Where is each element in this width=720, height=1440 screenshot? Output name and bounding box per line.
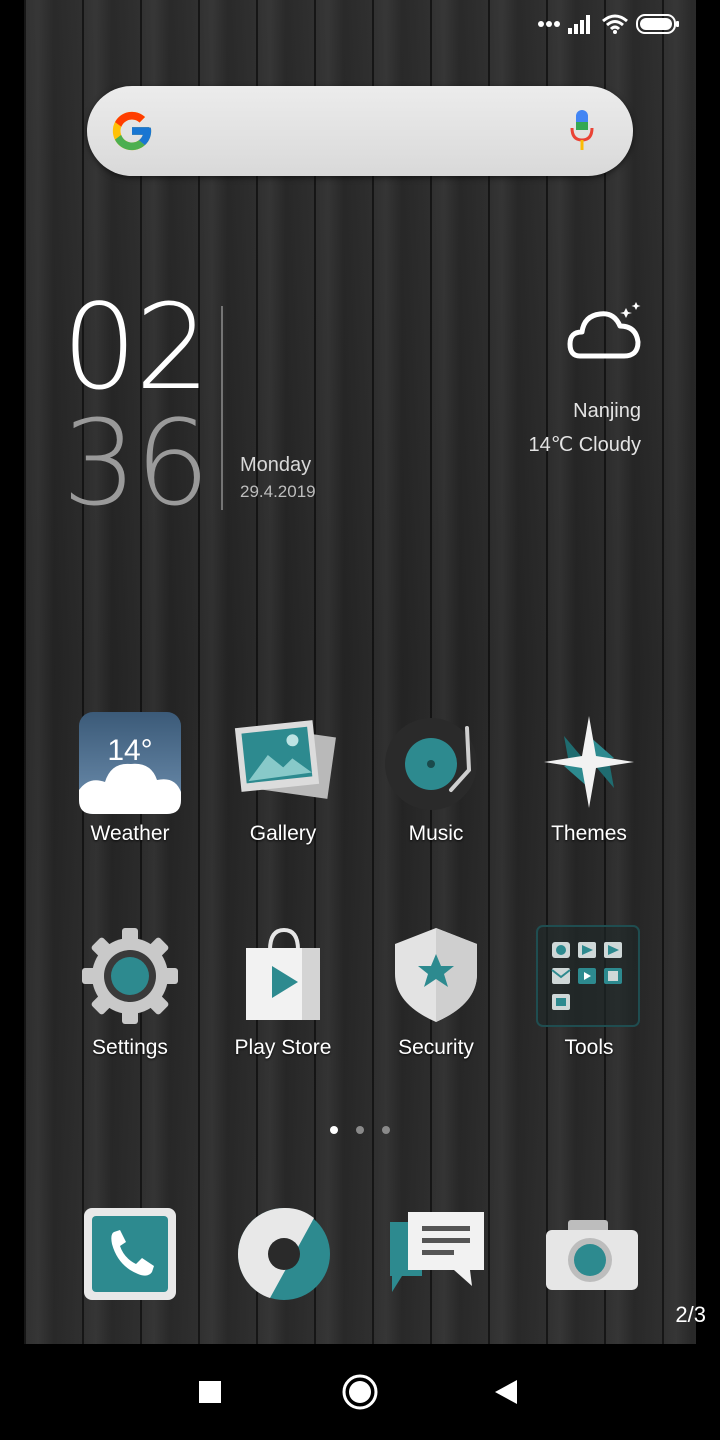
camera-icon[interactable] (542, 1208, 642, 1308)
clock-divider (221, 306, 223, 510)
app-themes[interactable]: Themes (514, 710, 664, 846)
page-indicator: 2/3 (675, 1302, 706, 1327)
app-label: Settings (92, 1036, 168, 1059)
back-button[interactable] (484, 1370, 528, 1414)
circle-icon (342, 1374, 378, 1410)
clock-minutes[interactable]: 36 (62, 404, 210, 522)
app-label: Themes (551, 822, 627, 845)
battery-icon (636, 14, 679, 34)
page-dot[interactable] (382, 1126, 390, 1134)
cloudy-night-icon[interactable] (566, 300, 646, 366)
app-settings[interactable]: Settings (55, 924, 205, 1060)
security-shield-icon (381, 924, 491, 1034)
google-search-bar[interactable] (87, 86, 633, 176)
browser-icon[interactable] (234, 1204, 334, 1304)
status-bar (538, 10, 680, 38)
music-icon (381, 710, 491, 820)
right-edge (696, 0, 720, 1344)
app-label: Gallery (249, 822, 317, 845)
weather-app-icon: 14° (75, 710, 185, 820)
google-logo-icon (112, 111, 152, 151)
weather-city[interactable]: Nanjing (573, 400, 641, 423)
folder-tools[interactable]: Tools (514, 924, 664, 1060)
microphone-icon[interactable] (569, 110, 595, 154)
square-icon (199, 1381, 221, 1403)
messages-icon[interactable] (388, 1206, 488, 1306)
signal-icon (568, 15, 590, 34)
recents-button[interactable] (188, 1370, 232, 1414)
weather-app-temp: 14° (107, 734, 152, 767)
app-label: Music (408, 822, 464, 845)
app-weather[interactable]: 14° Weather (55, 710, 205, 846)
wifi-icon (602, 14, 628, 34)
app-gallery[interactable]: Gallery (208, 710, 358, 846)
clock-day: Monday (240, 454, 312, 476)
themes-icon (534, 710, 644, 820)
phone-icon[interactable] (80, 1204, 180, 1304)
play-store-bag-icon (228, 924, 338, 1034)
clock-hours[interactable]: 02 (62, 288, 210, 406)
settings-gear-icon (75, 924, 185, 1034)
app-security[interactable]: Security (361, 924, 511, 1060)
back-triangle-icon (495, 1380, 517, 1404)
left-edge (0, 0, 24, 1344)
tools-folder-icon (534, 924, 644, 1034)
home-button[interactable] (338, 1370, 382, 1414)
app-play-store[interactable]: Play Store (208, 924, 358, 1060)
home-screen (24, 0, 696, 1344)
more-dots-icon (538, 21, 560, 27)
app-label: Security (398, 1036, 474, 1059)
page-dots (0, 1126, 720, 1134)
page-dot[interactable] (356, 1126, 364, 1134)
app-label: Weather (90, 822, 170, 845)
app-label: Tools (564, 1036, 614, 1059)
page-dot[interactable] (330, 1126, 338, 1134)
app-music[interactable]: Music (361, 710, 511, 846)
clock-date: 29.4.2019 (240, 482, 316, 501)
navigation-bar (0, 1344, 720, 1440)
app-label: Play Store (234, 1036, 332, 1059)
weather-condition[interactable]: 14℃ Cloudy (528, 432, 641, 457)
gallery-icon (228, 710, 338, 820)
